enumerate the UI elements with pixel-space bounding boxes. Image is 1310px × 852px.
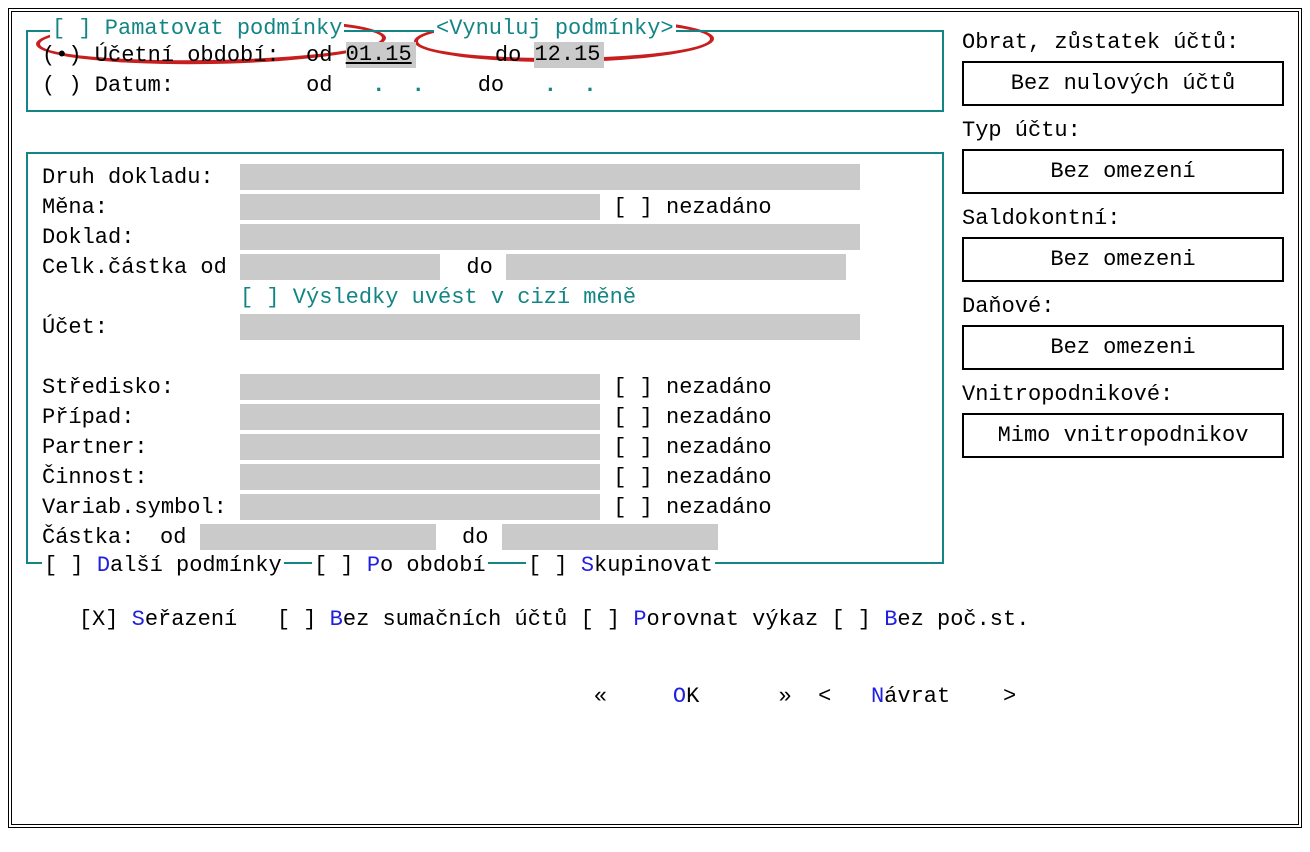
stredisko-nezadano-checkbox[interactable]: nezadáno xyxy=(666,375,772,400)
label-castka: Částka: xyxy=(42,525,160,550)
foreign-currency-checkbox[interactable]: [ ] Výsledky uvést v cizí měně xyxy=(240,285,636,310)
ok-prev-button[interactable]: « xyxy=(594,684,607,709)
skupinovat-checkbox[interactable]: [ ] Skupinovat xyxy=(526,553,715,578)
radio-date[interactable]: ( ) Datum: xyxy=(42,73,174,98)
filters-group: Druh dokladu: Měna: [ ] nezadáno Doklad:… xyxy=(26,152,944,564)
mena-input[interactable] xyxy=(240,194,600,220)
label-partner: Partner: xyxy=(42,435,240,460)
castka-do-input[interactable] xyxy=(502,524,718,550)
vnitro-label: Vnitropodnikové: xyxy=(962,382,1284,407)
label-druh-dokladu: Druh dokladu: xyxy=(42,165,240,190)
variab-input[interactable] xyxy=(240,494,600,520)
ok-button[interactable]: OK xyxy=(673,684,699,709)
celk-castka-do-input[interactable] xyxy=(506,254,846,280)
date-from-input[interactable]: . . xyxy=(372,73,425,98)
bez-sumacnich-checkbox[interactable]: Bez sumačních účtů xyxy=(330,607,581,632)
label-mena: Měna: xyxy=(42,195,240,220)
porovnat-checkbox[interactable]: [ ] Porovnat výkaz xyxy=(581,607,832,632)
period-group: [ ] Pamatovat podmínky <Vynuluj podmínky… xyxy=(26,30,944,112)
obrat-button[interactable]: Bez nulových účtů xyxy=(962,61,1284,106)
label-variab: Variab.symbol: xyxy=(42,495,240,520)
date-to-input[interactable]: . . xyxy=(544,73,597,98)
label-celk-castka: Celk.částka od xyxy=(42,255,240,280)
od-label-period: od xyxy=(306,43,332,68)
typ-uctu-button[interactable]: Bez omezení xyxy=(962,149,1284,194)
partner-nezadano-checkbox[interactable]: nezadáno xyxy=(666,435,772,460)
vnitro-button[interactable]: Mimo vnitropodnikov xyxy=(962,413,1284,458)
serazeni-checkbox[interactable]: [X] Seřazení xyxy=(79,607,237,632)
typ-uctu-label: Typ účtu: xyxy=(962,118,1284,143)
cinnost-nezadano-checkbox[interactable]: nezadáno xyxy=(666,465,772,490)
bez-poc-st-checkbox[interactable]: [ ] Bez poč.st. xyxy=(831,607,1029,632)
castka-od-input[interactable] xyxy=(200,524,436,550)
danove-label: Daňové: xyxy=(962,294,1284,319)
label-stredisko: Středisko: xyxy=(42,375,240,400)
label-doklad: Doklad: xyxy=(42,225,240,250)
period-to-input[interactable]: 12.15 xyxy=(534,42,604,68)
druh-dokladu-input[interactable] xyxy=(240,164,860,190)
saldo-label: Saldokontní: xyxy=(962,206,1284,231)
dialog-frame: [ ] Pamatovat podmínky <Vynuluj podmínky… xyxy=(8,8,1302,828)
cinnost-input[interactable] xyxy=(240,464,600,490)
obrat-label: Obrat, zůstatek účtů: xyxy=(962,30,1284,55)
saldo-button[interactable]: Bez omezeni xyxy=(962,237,1284,282)
od-label-date: od xyxy=(306,73,332,98)
variab-nezadano-checkbox[interactable]: nezadáno xyxy=(666,495,772,520)
ucet-input[interactable] xyxy=(240,314,860,340)
do-label-castka: do xyxy=(462,525,488,550)
dalsi-podminky-checkbox[interactable]: [ ] Další podmínky xyxy=(42,553,284,578)
od-label-castka: od xyxy=(160,525,186,550)
partner-input[interactable] xyxy=(240,434,600,460)
radio-period[interactable]: (•) Účetní období: xyxy=(42,43,280,68)
mena-nezadano-checkbox[interactable]: nezadáno xyxy=(666,195,772,220)
pripad-nezadano-checkbox[interactable]: nezadáno xyxy=(666,405,772,430)
reset-conditions-button[interactable]: <Vynuluj podmínky> xyxy=(434,16,676,41)
label-pripad: Případ: xyxy=(42,405,240,430)
do-label-date: do xyxy=(478,73,504,98)
navrat-button[interactable]: < Návrat > xyxy=(818,684,1016,709)
ok-next-button[interactable]: » xyxy=(779,684,792,709)
danove-button[interactable]: Bez omezeni xyxy=(962,325,1284,370)
do-label-period: do xyxy=(495,43,521,68)
stredisko-input[interactable] xyxy=(240,374,600,400)
period-from-input[interactable]: 01.15 xyxy=(346,42,416,68)
pripad-input[interactable] xyxy=(240,404,600,430)
remember-conditions-checkbox[interactable]: [ ] Pamatovat podmínky xyxy=(50,16,344,41)
po-obdobi-checkbox[interactable]: [ ] Po období xyxy=(312,553,488,578)
od-label-1 xyxy=(280,43,306,68)
celk-castka-od-input[interactable] xyxy=(240,254,440,280)
label-cinnost: Činnost: xyxy=(42,465,240,490)
do-label-celk: do xyxy=(466,255,492,280)
label-ucet: Účet: xyxy=(42,315,240,340)
doklad-input[interactable] xyxy=(240,224,860,250)
